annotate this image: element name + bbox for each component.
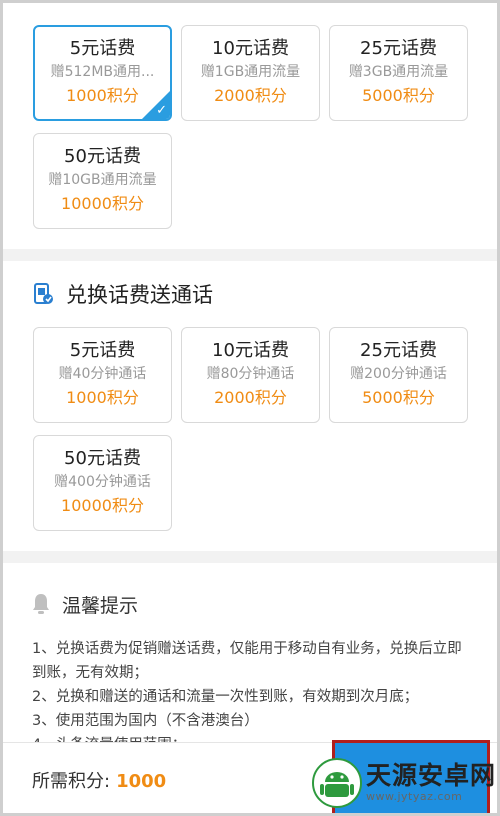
call-section-title: 兑换话费送通话: [66, 283, 213, 307]
required-points-label: 所需积分:: [32, 771, 111, 792]
card-subtitle: 赠200分钟通话: [350, 366, 447, 382]
card-points: 1000积分: [66, 388, 139, 407]
call-grid: 5元话费 赠40分钟通话 1000积分 10元话费 赠80分钟通话 2000积分…: [0, 327, 500, 531]
call-section-header: 兑换话费送通话: [0, 261, 500, 327]
required-points: 所需积分: 1000: [32, 767, 166, 793]
call-card-25[interactable]: 25元话费 赠200分钟通话 5000积分: [329, 327, 468, 423]
card-subtitle: 赠3GB通用流量: [348, 64, 449, 80]
tips-list: 1、兑换话费为促销赠送话费，仅能用于移动自有业务，兑换后立即到账，无有效期； 2…: [0, 623, 500, 757]
card-subtitle: 赠400分钟通话: [54, 474, 151, 490]
call-card-10[interactable]: 10元话费 赠80分钟通话 2000积分: [181, 327, 320, 423]
call-section: 兑换话费送通话 5元话费 赠40分钟通话 1000积分 10元话费 赠80分钟通…: [0, 261, 500, 551]
flow-card-10[interactable]: 10元话费 赠1GB通用流量 2000积分: [181, 25, 320, 121]
checkmark-icon: ✓: [156, 103, 167, 118]
card-subtitle: 赠10GB通用流量: [48, 172, 157, 188]
watermark-url: www.jytyaz.com: [366, 790, 463, 803]
card-points: 10000积分: [61, 496, 144, 515]
card-subtitle: 赠1GB通用流量: [200, 64, 301, 80]
flow-card-5[interactable]: 5元话费 赠512MB通用... 1000积分 ✓: [33, 25, 172, 121]
tips-section: 温馨提示 1、兑换话费为促销赠送话费，仅能用于移动自有业务，兑换后立即到账，无有…: [0, 563, 500, 757]
card-title: 10元话费: [212, 340, 289, 361]
flow-card-50[interactable]: 50元话费 赠10GB通用流量 10000积分: [33, 133, 172, 229]
flow-card-25[interactable]: 25元话费 赠3GB通用流量 5000积分: [329, 25, 468, 121]
card-points: 2000积分: [214, 388, 287, 407]
card-points: 1000积分: [66, 86, 139, 105]
tip-line: 2、兑换和赠送的通话和流量一次性到账，有效期到次月底；: [32, 689, 419, 705]
call-card-5[interactable]: 5元话费 赠40分钟通话 1000积分: [33, 327, 172, 423]
watermark-text: 天源安卓网 www.jytyaz.com: [366, 762, 496, 804]
section-divider: [0, 249, 500, 261]
card-points: 5000积分: [362, 388, 435, 407]
flow-pack-grid: 5元话费 赠512MB通用... 1000积分 ✓ 10元话费 赠1GB通用流量…: [0, 25, 500, 229]
call-card-50[interactable]: 50元话费 赠400分钟通话 10000积分: [33, 435, 172, 531]
watermark-name: 天源安卓网: [366, 761, 497, 790]
required-points-value: 1000: [116, 771, 167, 792]
tips-title: 温馨提示: [62, 594, 139, 617]
site-watermark: 天源安卓网 www.jytyaz.com: [312, 758, 496, 808]
card-title: 50元话费: [64, 448, 141, 469]
android-logo-icon: [312, 758, 362, 808]
card-subtitle: 赠80分钟通话: [206, 366, 295, 382]
card-points: 10000积分: [61, 194, 144, 213]
phone-exchange-icon: [34, 283, 53, 304]
card-title: 5元话费: [69, 340, 136, 361]
card-subtitle: 赠40分钟通话: [58, 366, 147, 382]
card-title: 25元话费: [360, 38, 437, 59]
tip-line: 3、使用范围为国内（不含港澳台）: [32, 713, 259, 729]
card-title: 25元话费: [360, 340, 437, 361]
card-subtitle: 赠512MB通用...: [50, 64, 155, 80]
card-title: 10元话费: [212, 38, 289, 59]
card-title: 5元话费: [69, 38, 136, 59]
tips-header: 温馨提示: [0, 563, 500, 623]
flow-pack-section: 5元话费 赠512MB通用... 1000积分 ✓ 10元话费 赠1GB通用流量…: [0, 0, 500, 249]
section-divider: [0, 551, 500, 563]
card-points: 2000积分: [214, 86, 287, 105]
card-title: 50元话费: [64, 146, 141, 167]
card-points: 5000积分: [362, 86, 435, 105]
tip-line: 1、兑换话费为促销赠送话费，仅能用于移动自有业务，兑换后立即到账，无有效期；: [32, 641, 462, 681]
bell-icon: [33, 594, 49, 614]
